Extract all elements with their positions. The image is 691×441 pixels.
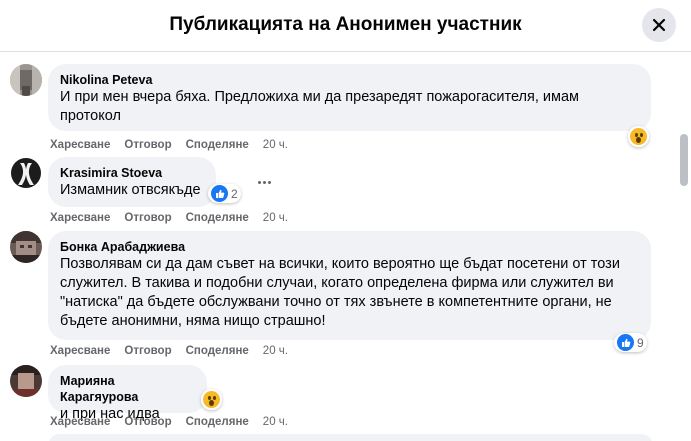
avatar[interactable] xyxy=(10,64,42,96)
reaction-count: 9 xyxy=(637,335,644,350)
reaction-badge[interactable]: 2 xyxy=(208,184,241,203)
reply-button[interactable]: Отговор xyxy=(124,416,171,428)
avatar[interactable] xyxy=(10,231,42,263)
comment-author[interactable]: Бонка Арабаджиева xyxy=(60,239,639,255)
more-options-icon[interactable] xyxy=(253,174,275,190)
avatar[interactable] xyxy=(10,157,42,189)
comment-bubble: Бонка Арабаджиева Позволявам си да дам с… xyxy=(48,231,651,340)
reaction-badge[interactable] xyxy=(628,126,649,147)
comment-text: И при мен вчера бяха. Предложиха ми да п… xyxy=(60,89,580,124)
close-icon xyxy=(652,18,666,32)
dialog-header: Публикацията на Анонимен участник xyxy=(0,0,691,52)
like-button[interactable]: Харесване xyxy=(50,139,110,151)
avatar-image xyxy=(10,157,42,189)
comment-time[interactable]: 20 ч. xyxy=(263,345,288,357)
wow-icon xyxy=(630,128,647,145)
comment-bubble: Марияна Карагяурова и при нас идва xyxy=(48,365,207,422)
like-icon xyxy=(211,185,228,202)
share-button[interactable]: Споделяне xyxy=(186,416,249,428)
like-icon xyxy=(617,334,634,351)
reply-button[interactable]: Отговор xyxy=(124,139,171,151)
comment-author[interactable]: Nikolina Peteva xyxy=(60,72,639,88)
reply-button[interactable]: Отговор xyxy=(124,345,171,357)
reaction-badge[interactable]: 9 xyxy=(614,333,647,352)
reaction-count: 2 xyxy=(231,186,238,201)
comment-text: Позволявам си да дам съвет на всички, ко… xyxy=(60,256,620,329)
reaction-badge[interactable] xyxy=(201,389,222,410)
like-button[interactable]: Харесване xyxy=(50,416,110,428)
reply-button[interactable]: Отговор xyxy=(124,212,171,224)
avatar-image xyxy=(10,365,42,397)
comment-author[interactable]: Марияна Карагяурова xyxy=(60,373,195,405)
scrollbar-thumb[interactable] xyxy=(680,134,688,186)
comment-author[interactable]: Krasimira Stoeva xyxy=(60,165,204,181)
comment-text: Измамник отвсякъде xyxy=(60,182,201,198)
comment-actions: Харесване Отговор Споделяне 20 ч. xyxy=(50,212,288,224)
comment-time[interactable]: 20 ч. xyxy=(263,139,288,151)
share-button[interactable]: Споделяне xyxy=(186,345,249,357)
like-button[interactable]: Харесване xyxy=(50,345,110,357)
next-comment-bubble xyxy=(48,434,653,441)
comment-time[interactable]: 20 ч. xyxy=(263,212,288,224)
comment-bubble: Nikolina Peteva И при мен вчера бяха. Пр… xyxy=(48,64,651,131)
close-button[interactable] xyxy=(642,8,676,42)
avatar-image xyxy=(10,231,42,263)
comment-actions: Харесване Отговор Споделяне 20 ч. xyxy=(50,416,288,428)
share-button[interactable]: Споделяне xyxy=(186,212,249,224)
comment-bubble: Krasimira Stoeva Измамник отвсякъде xyxy=(48,157,216,207)
comment-actions: Харесване Отговор Споделяне 20 ч. xyxy=(50,139,288,151)
dialog-title: Публикацията на Анонимен участник xyxy=(169,14,522,35)
share-button[interactable]: Споделяне xyxy=(186,139,249,151)
avatar-image xyxy=(10,64,42,96)
comment-actions: Харесване Отговор Споделяне 20 ч. xyxy=(50,345,288,357)
wow-icon xyxy=(203,391,220,408)
avatar[interactable] xyxy=(10,365,42,397)
comment-time[interactable]: 20 ч. xyxy=(263,416,288,428)
like-button[interactable]: Харесване xyxy=(50,212,110,224)
